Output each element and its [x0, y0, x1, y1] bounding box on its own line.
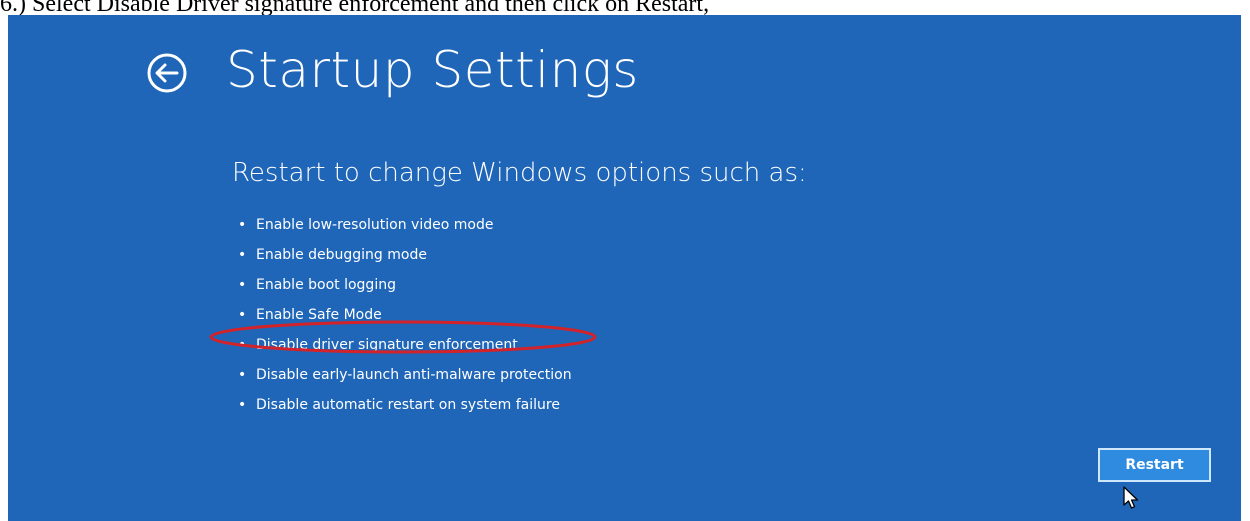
list-item-safe-mode: • Enable Safe Mode	[236, 300, 572, 330]
mouse-pointer-icon	[1123, 486, 1139, 509]
option-label: Enable Safe Mode	[256, 307, 382, 323]
instruction-caption: 6.) Select Disable Driver signature enfo…	[0, 0, 710, 15]
startup-settings-screen: Startup Settings Restart to change Windo…	[8, 15, 1241, 521]
list-item-driver-signature-enforcement: • Disable driver signature enforcement	[236, 330, 572, 360]
option-label: Disable driver signature enforcement	[256, 337, 518, 353]
option-label: Disable automatic restart on system fail…	[256, 397, 560, 413]
option-label: Enable debugging mode	[256, 247, 427, 263]
list-item-debugging-mode: • Enable debugging mode	[236, 240, 572, 270]
list-item-early-launch-anti-malware: • Disable early-launch anti-malware prot…	[236, 360, 572, 390]
bullet-icon: •	[238, 277, 247, 293]
list-item-automatic-restart: • Disable automatic restart on system fa…	[236, 390, 572, 420]
bullet-icon: •	[238, 307, 247, 323]
back-button[interactable]	[146, 52, 188, 94]
circle-arrow-left-icon	[147, 53, 187, 93]
bullet-icon: •	[238, 217, 247, 233]
option-label: Enable low-resolution video mode	[256, 217, 494, 233]
bullet-icon: •	[238, 397, 247, 413]
list-item-low-resolution-video: • Enable low-resolution video mode	[236, 210, 572, 240]
option-label: Disable early-launch anti-malware protec…	[256, 367, 572, 383]
page-title: Startup Settings	[226, 41, 639, 99]
bullet-icon: •	[238, 247, 247, 263]
startup-options-list: • Enable low-resolution video mode • Ena…	[236, 210, 572, 420]
option-label: Enable boot logging	[256, 277, 396, 293]
bullet-icon: •	[238, 337, 247, 353]
bullet-icon: •	[238, 367, 247, 383]
list-item-boot-logging: • Enable boot logging	[236, 270, 572, 300]
subtitle: Restart to change Windows options such a…	[232, 158, 807, 188]
restart-button[interactable]: Restart	[1098, 448, 1211, 482]
